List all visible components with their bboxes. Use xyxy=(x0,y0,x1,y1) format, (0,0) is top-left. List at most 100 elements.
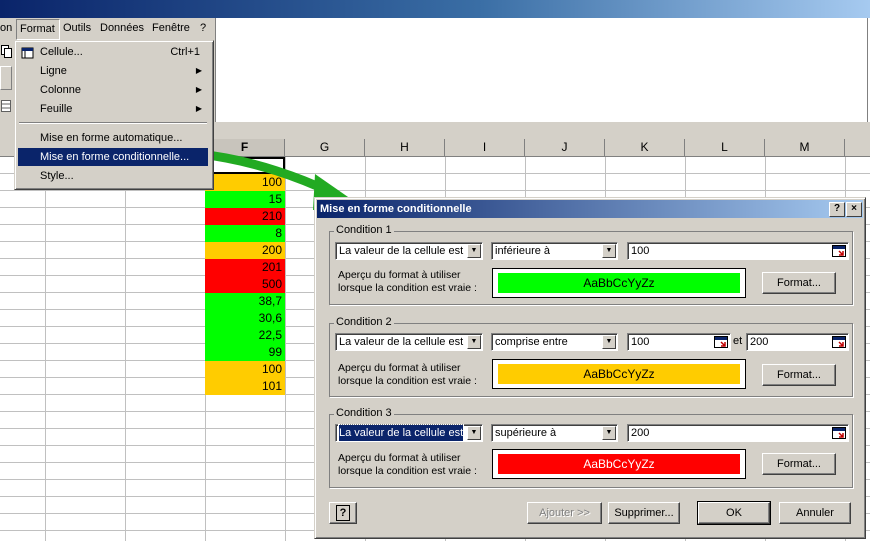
condition-3-value: 200 xyxy=(631,427,650,439)
column-header-h[interactable]: H xyxy=(365,139,445,156)
condition-3-format-button[interactable]: Format... xyxy=(762,453,836,475)
condition-1-format-button[interactable]: Format... xyxy=(762,272,836,294)
cell-f-9[interactable]: 30,6 xyxy=(205,310,285,327)
menu-item-style[interactable]: Style... xyxy=(18,167,208,185)
chevron-down-icon[interactable]: ▼ xyxy=(467,426,481,440)
help-icon-button[interactable]: ? xyxy=(329,502,357,524)
condition-2-format-button[interactable]: Format... xyxy=(762,364,836,386)
menu-item-style-label: Style... xyxy=(40,170,74,182)
preview-desc-line2: lorsque la condition est vraie : xyxy=(338,375,477,387)
cell-f-8[interactable]: 38,7 xyxy=(205,293,285,310)
menu-item-cellule-shortcut: Ctrl+1 xyxy=(170,46,200,58)
range-select-icon[interactable] xyxy=(832,336,846,348)
condition-3-value-input[interactable]: 200 xyxy=(627,424,849,442)
condition-1-preview-swatch: AaBbCcYyZz xyxy=(498,273,740,293)
menu-item-donnees[interactable]: Données xyxy=(100,22,144,34)
menu-item-feuille-label: Feuille xyxy=(40,103,73,115)
cell-f-6[interactable]: 201 xyxy=(205,259,285,276)
menu-item-feuille[interactable]: Feuille ▶ xyxy=(18,100,208,118)
chevron-down-icon[interactable]: ▼ xyxy=(467,244,481,258)
menu-item-fenetre[interactable]: Fenêtre xyxy=(152,22,190,34)
sheet-icon[interactable] xyxy=(1,100,11,112)
format-button-label: Format... xyxy=(776,277,821,289)
menu-item-help[interactable]: ? xyxy=(200,22,206,34)
menu-item-colonne[interactable]: Colonne ▶ xyxy=(18,81,208,99)
cell-f-5[interactable]: 200 xyxy=(205,242,285,259)
condition-3-type-select[interactable]: La valeur de la cellule est ▼ xyxy=(335,424,483,442)
submenu-arrow-icon: ▶ xyxy=(195,85,202,94)
column-header-l[interactable]: L xyxy=(685,139,765,156)
condition-1-value-input[interactable]: 100 xyxy=(627,242,849,260)
condition-1-label: Condition 1 xyxy=(334,224,394,236)
format-menu: Cellule... Ctrl+1 Ligne ▶ Colonne ▶ Feui… xyxy=(14,40,214,190)
copy-icon[interactable] xyxy=(1,45,13,59)
menu-item-outils[interactable]: Outils xyxy=(63,22,91,34)
conditional-format-dialog: Mise en forme conditionnelle ? × Conditi… xyxy=(314,197,866,539)
window-title-bar xyxy=(0,0,870,18)
help-button[interactable]: ? xyxy=(829,202,845,217)
delete-button-label: Supprimer... xyxy=(614,507,674,519)
condition-3-operator-select[interactable]: supérieure à ▼ xyxy=(491,424,618,442)
menu-item-colonne-label: Colonne xyxy=(40,84,81,96)
condition-1-operator-value: inférieure à xyxy=(495,245,551,257)
cell-f-7[interactable]: 500 xyxy=(205,276,285,293)
menu-item-auto-label: Mise en forme automatique... xyxy=(40,132,183,144)
condition-2-operator-value: comprise entre xyxy=(495,336,568,348)
chevron-down-icon[interactable]: ▼ xyxy=(602,244,616,258)
condition-1-type-value: La valeur de la cellule est xyxy=(339,245,464,257)
cancel-button[interactable]: Annuler xyxy=(779,502,851,524)
condition-2-type-select[interactable]: La valeur de la cellule est ▼ xyxy=(335,333,483,351)
toolbar-button[interactable] xyxy=(0,66,12,90)
range-select-icon[interactable] xyxy=(832,245,846,257)
menu-separator xyxy=(19,122,207,124)
condition-3-label: Condition 3 xyxy=(334,407,394,419)
condition-2-value2: 200 xyxy=(750,336,769,348)
cell-f-11[interactable]: 99 xyxy=(205,344,285,361)
condition-1-type-select[interactable]: La valeur de la cellule est ▼ xyxy=(335,242,483,260)
cell-format-icon xyxy=(21,47,34,59)
add-button[interactable]: Ajouter >> xyxy=(527,502,602,524)
delete-button[interactable]: Supprimer... xyxy=(608,502,680,524)
condition-3-group: Condition 3 La valeur de la cellule est … xyxy=(329,407,853,488)
menu-item-conditionnelle-label: Mise en forme conditionnelle... xyxy=(40,151,190,163)
cell-f-10[interactable]: 22,5 xyxy=(205,327,285,344)
column-header-i[interactable]: I xyxy=(445,139,525,156)
condition-2-operator-select[interactable]: comprise entre ▼ xyxy=(491,333,618,351)
condition-2-value2-input[interactable]: 200 xyxy=(746,333,849,351)
menu-item-cellule[interactable]: Cellule... Ctrl+1 xyxy=(18,43,208,61)
condition-1-preview-description: Aperçu du format à utiliser lorsque la c… xyxy=(338,269,477,295)
column-header-j[interactable]: J xyxy=(525,139,605,156)
chevron-down-icon[interactable]: ▼ xyxy=(467,335,481,349)
menu-item-edition[interactable]: on xyxy=(0,22,12,34)
condition-2-preview-description: Aperçu du format à utiliser lorsque la c… xyxy=(338,362,477,388)
condition-3-preview-swatch: AaBbCcYyZz xyxy=(498,454,740,474)
toolbar-empty-area xyxy=(215,18,868,123)
column-header-k[interactable]: K xyxy=(605,139,685,156)
condition-1-operator-select[interactable]: inférieure à ▼ xyxy=(491,242,618,260)
condition-2-value1-input[interactable]: 100 xyxy=(627,333,731,351)
close-button[interactable]: × xyxy=(846,202,862,217)
condition-2-type-value: La valeur de la cellule est xyxy=(339,336,464,348)
cell-f-12[interactable]: 100 xyxy=(205,361,285,378)
range-select-icon[interactable] xyxy=(714,336,728,348)
chevron-down-icon[interactable]: ▼ xyxy=(602,426,616,440)
add-button-label: Ajouter >> xyxy=(539,507,590,519)
cell-f-4[interactable]: 8 xyxy=(205,225,285,242)
condition-3-operator-value: supérieure à xyxy=(495,427,557,439)
menu-item-format[interactable]: Format xyxy=(16,19,60,40)
menu-item-mise-en-forme-auto[interactable]: Mise en forme automatique... xyxy=(18,129,208,147)
cell-f-13[interactable]: 101 xyxy=(205,378,285,395)
menu-item-mise-en-forme-conditionnelle[interactable]: Mise en forme conditionnelle... xyxy=(18,148,208,166)
range-select-icon[interactable] xyxy=(832,427,846,439)
and-label: et xyxy=(733,335,743,347)
condition-2-preview-box: AaBbCcYyZz xyxy=(492,359,746,389)
ok-button[interactable]: OK xyxy=(697,501,771,525)
condition-2-group: Condition 2 La valeur de la cellule est … xyxy=(329,316,853,397)
menu-item-ligne-label: Ligne xyxy=(40,65,67,77)
chevron-down-icon[interactable]: ▼ xyxy=(602,335,616,349)
column-header-m[interactable]: M xyxy=(765,139,845,156)
menu-item-ligne[interactable]: Ligne ▶ xyxy=(18,62,208,80)
help-icon: ? xyxy=(336,505,350,521)
dialog-title-bar: Mise en forme conditionnelle ? × xyxy=(317,200,863,218)
condition-3-type-value: La valeur de la cellule est xyxy=(337,424,465,442)
